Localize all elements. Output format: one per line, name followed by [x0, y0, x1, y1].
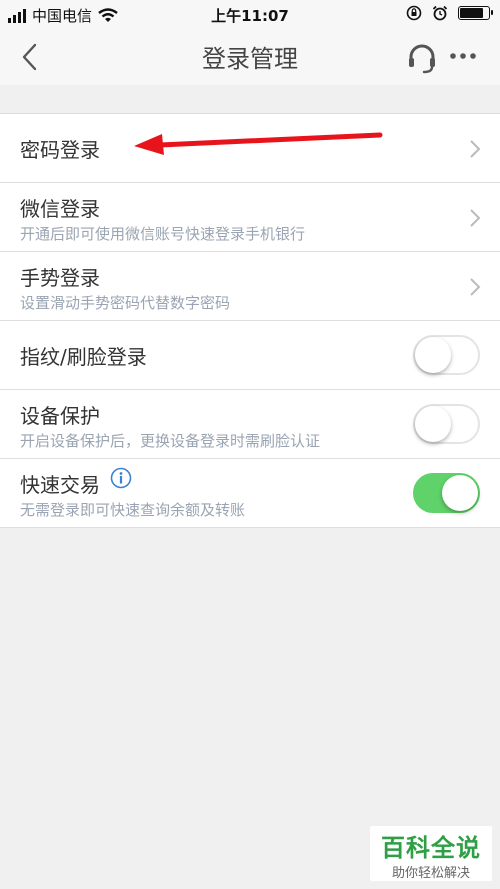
- setting-title: 快速交易: [20, 473, 100, 497]
- chevron-right-icon: [470, 278, 481, 296]
- toggle-knob: [442, 475, 478, 511]
- status-right: [406, 5, 493, 21]
- setting-row-gesture-login[interactable]: 手势登录 设置滑动手势密码代替数字密码: [0, 252, 500, 321]
- setting-subtitle: 开通后即可使用微信账号快速登录手机银行: [20, 225, 306, 243]
- setting-title: 设备保护: [20, 404, 100, 428]
- watermark-logo: 百科全说 助你轻松解决: [370, 826, 492, 881]
- setting-subtitle: 开启设备保护后，更换设备登录时需刷脸认证: [20, 432, 321, 450]
- annotation-arrow-icon: [134, 132, 383, 155]
- chevron-right-icon: [470, 209, 481, 227]
- setting-row-wechat-login[interactable]: 微信登录 开通后即可使用微信账号快速登录手机银行: [0, 183, 500, 252]
- alarm-icon: [432, 5, 448, 21]
- watermark-sub: 助你轻松解决: [391, 866, 470, 881]
- setting-subtitle: 无需登录即可快速查询余额及转账: [20, 501, 246, 519]
- setting-row-quick-transaction: 快速交易 无需登录即可快速查询余额及转账: [0, 459, 500, 528]
- toggle-knob: [415, 337, 451, 373]
- setting-title: 微信登录: [20, 197, 100, 221]
- headset-icon[interactable]: [405, 42, 439, 76]
- orientation-lock-icon: [406, 5, 422, 21]
- quick-transaction-toggle[interactable]: [413, 473, 480, 513]
- more-dots-icon[interactable]: [448, 44, 478, 68]
- setting-title: 手势登录: [20, 266, 100, 290]
- info-icon[interactable]: [110, 467, 132, 489]
- status-bar: 中国电信 上午11:07: [0, 0, 500, 30]
- watermark-main: 百科全说: [381, 834, 481, 862]
- login-settings-list: 密码登录 微信登录 开通后即可使用微信账号快速登录手机银行 手势登录 设置滑动手…: [0, 113, 500, 528]
- setting-row-device-protection: 设备保护 开启设备保护后，更换设备登录时需刷脸认证: [0, 390, 500, 459]
- toggle-knob: [415, 406, 451, 442]
- setting-row-biometric-login: 指纹/刷脸登录: [0, 321, 500, 390]
- setting-title: 指纹/刷脸登录: [20, 345, 147, 369]
- setting-subtitle: 设置滑动手势密码代替数字密码: [20, 294, 231, 312]
- device-protection-toggle[interactable]: [413, 404, 480, 444]
- biometric-login-toggle[interactable]: [413, 335, 480, 375]
- chevron-right-icon: [470, 140, 481, 158]
- battery-icon: [458, 6, 493, 20]
- setting-title: 密码登录: [20, 138, 100, 162]
- nav-bar: 登录管理: [0, 30, 500, 85]
